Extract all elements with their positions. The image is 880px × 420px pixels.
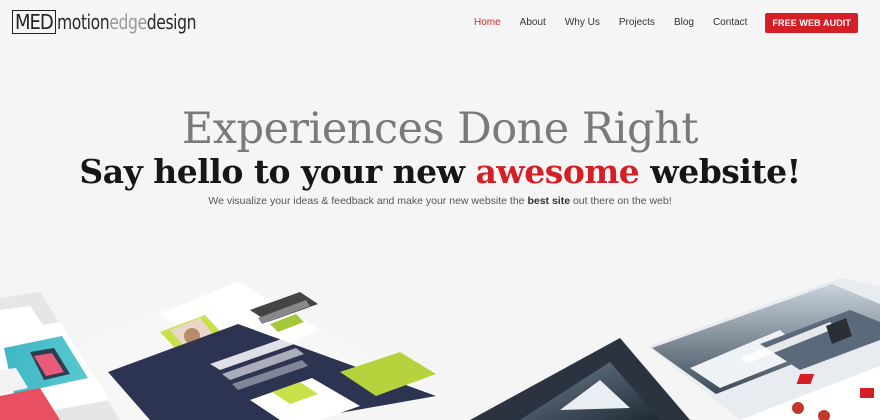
- nav-blog[interactable]: Blog: [674, 13, 694, 33]
- nav-why-us[interactable]: Why Us: [565, 13, 600, 33]
- portfolio-showcase-image: [0, 270, 880, 420]
- logo-mark: MED: [12, 10, 56, 34]
- nav-home[interactable]: Home: [474, 13, 501, 33]
- nav-about[interactable]: About: [520, 13, 546, 33]
- hero-subtitle-accent: awesome: [475, 152, 640, 191]
- hero-description: We visualize your ideas & feedback and m…: [208, 195, 672, 207]
- nav-projects[interactable]: Projects: [619, 13, 655, 33]
- free-web-audit-button[interactable]: FREE WEB AUDIT: [765, 13, 858, 33]
- website-mockups-illustration: [0, 278, 880, 420]
- hero-description-bold: best site: [527, 195, 571, 207]
- hero-title: Experiences Done Right: [181, 104, 699, 154]
- hero-subtitle: Say hello to your new awesome website!: [79, 152, 801, 191]
- site-header: MED motionedgedesign Home About Why Us P…: [0, 0, 880, 46]
- nav-contact[interactable]: Contact: [713, 13, 747, 33]
- logo-wordmark: motionedgedesign: [56, 10, 197, 34]
- logo[interactable]: MED motionedgedesign: [12, 9, 235, 35]
- main-nav: Home About Why Us Projects Blog Contact …: [455, 13, 858, 33]
